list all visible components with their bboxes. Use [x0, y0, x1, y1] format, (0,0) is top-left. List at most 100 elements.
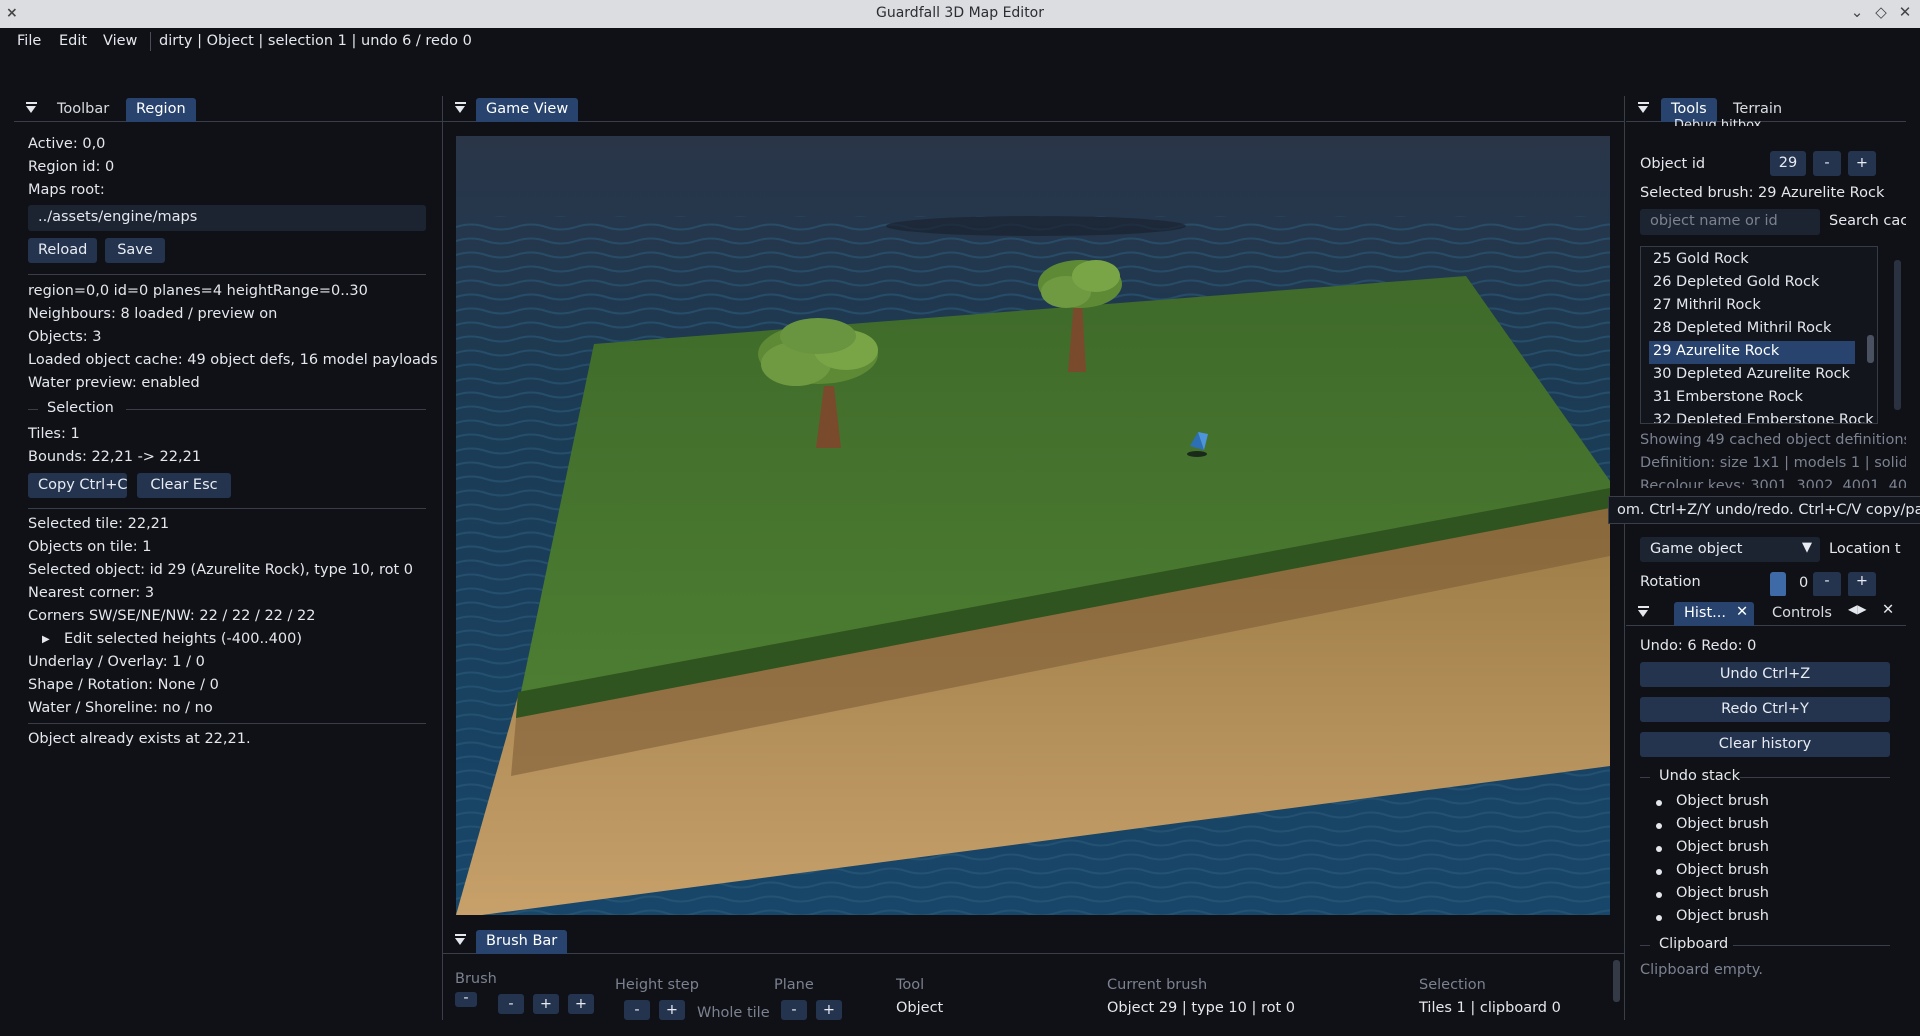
- editor-status: dirty | Object | selection 1 | undo 6 / …: [159, 33, 472, 49]
- rotation-input[interactable]: [1770, 572, 1786, 596]
- collapse-icon[interactable]: [455, 934, 467, 946]
- debug-hitbox-option[interactable]: Debug hitbox: [1674, 118, 1761, 126]
- object-id-label: Object id: [1640, 156, 1706, 172]
- object-id-field[interactable]: 29: [1770, 151, 1806, 176]
- list-item[interactable]: 31 Emberstone Rock: [1649, 387, 1855, 410]
- game-viewport[interactable]: [456, 136, 1610, 915]
- divider: [28, 508, 426, 509]
- undo-stack-header: Undo stack: [1659, 768, 1740, 784]
- shortcuts-tooltip: om. Ctrl+Z/Y undo/redo. Ctrl+C/V copy/pa…: [1608, 496, 1920, 524]
- close-panel-icon[interactable]: ✕: [1882, 602, 1894, 618]
- list-item-selected[interactable]: 29 Azurelite Rock: [1649, 341, 1855, 364]
- tab-game-view[interactable]: Game View: [476, 98, 579, 122]
- game-view-tab-row: Game View: [443, 96, 1624, 126]
- clear-button[interactable]: Clear Esc: [137, 473, 231, 498]
- list-item[interactable]: 28 Depleted Mithril Rock: [1649, 318, 1855, 341]
- list-item[interactable]: 27 Mithril Rock: [1649, 295, 1855, 318]
- panel-divider[interactable]: [1624, 96, 1625, 1020]
- bullet-icon: [1656, 915, 1662, 921]
- plane-minus-button[interactable]: -: [781, 1000, 807, 1020]
- undo-stack-item: Object brush: [1676, 839, 1769, 855]
- current-brush-label: Current brush: [1107, 977, 1208, 993]
- height-step-minus-button[interactable]: -: [624, 1000, 650, 1020]
- collapse-icon[interactable]: [1638, 102, 1650, 114]
- close-tab-icon[interactable]: ✕: [1736, 604, 1748, 620]
- divider: [1740, 777, 1890, 778]
- object-id-plus-button[interactable]: +: [1848, 151, 1876, 176]
- divider: [28, 409, 38, 410]
- bullet-icon: [1656, 823, 1662, 829]
- clear-history-button[interactable]: Clear history: [1640, 732, 1890, 757]
- reload-button[interactable]: Reload: [28, 238, 97, 263]
- clipboard-status: Clipboard empty.: [1640, 962, 1763, 978]
- nearest-corner: Nearest corner: 3: [28, 585, 155, 601]
- object-search-input[interactable]: object name or id: [1640, 209, 1820, 235]
- tab-scroll-arrows-icon[interactable]: ◀▶: [1848, 602, 1866, 616]
- brush-plus-button[interactable]: +: [533, 994, 559, 1014]
- brush-label: Brush: [455, 971, 497, 987]
- tab-history[interactable]: Hist... ✕: [1674, 602, 1754, 626]
- panel-scrollbar[interactable]: [1894, 260, 1901, 410]
- objects-count: Objects: 3: [28, 329, 102, 345]
- divider: [1640, 945, 1650, 946]
- minimize-icon[interactable]: ⌄: [1847, 3, 1867, 23]
- rotation-plus-button[interactable]: +: [1848, 572, 1876, 596]
- dropdown-arrow-icon: ▼: [1802, 540, 1812, 555]
- maps-root-label: Maps root:: [28, 182, 105, 198]
- placement-type-dropdown[interactable]: Game object ▼: [1640, 537, 1820, 562]
- tab-region[interactable]: Region: [126, 98, 196, 122]
- list-item[interactable]: 26 Depleted Gold Rock: [1649, 272, 1855, 295]
- active-region: Active: 0,0: [28, 136, 106, 152]
- rotation-label: Rotation: [1640, 574, 1701, 590]
- undo-stack-item: Object brush: [1676, 793, 1769, 809]
- brush-minus-button[interactable]: -: [455, 991, 477, 1007]
- save-button[interactable]: Save: [105, 238, 165, 263]
- rotation-minus-button[interactable]: -: [1813, 572, 1841, 596]
- brush-minus-button[interactable]: -: [498, 994, 524, 1014]
- definition-info: Definition: size 1x1 | models 1 | solid …: [1640, 455, 1906, 471]
- selected-object: Selected object: id 29 (Azurelite Rock),…: [28, 562, 414, 578]
- list-item[interactable]: 25 Gold Rock: [1649, 249, 1855, 272]
- menu-separator: [150, 32, 151, 51]
- list-item[interactable]: 30 Depleted Azurelite Rock: [1649, 364, 1855, 387]
- scene-render[interactable]: [456, 136, 1610, 915]
- plane-label: Plane: [774, 977, 814, 993]
- divider: [1640, 777, 1650, 778]
- tab-toolbar[interactable]: Toolbar: [47, 98, 119, 122]
- brush-bar-scrollbar[interactable]: [1613, 960, 1620, 1002]
- collapse-icon[interactable]: [455, 102, 467, 114]
- brush-bar-panel: Brush Bar Brush - - + + Height step - + …: [443, 928, 1624, 1021]
- undo-stack-item: Object brush: [1676, 885, 1769, 901]
- water-preview-info: Water preview: enabled: [28, 375, 200, 391]
- redo-button[interactable]: Redo Ctrl+Y: [1640, 697, 1890, 722]
- maps-root-input[interactable]: ../assets/engine/maps: [28, 205, 426, 231]
- water-shoreline: Water / Shoreline: no / no: [28, 700, 213, 716]
- underlay-overlay: Underlay / Overlay: 1 / 0: [28, 654, 205, 670]
- collapse-icon[interactable]: [26, 102, 38, 114]
- status-message: Object already exists at 22,21.: [28, 731, 251, 747]
- rotation-value: 0: [1799, 575, 1809, 591]
- maximize-icon[interactable]: ◇: [1871, 3, 1891, 23]
- brush-plus-button[interactable]: +: [568, 994, 594, 1014]
- region-id: Region id: 0: [28, 159, 115, 175]
- selected-brush-info: Selected brush: 29 Azurelite Rock: [1640, 185, 1885, 201]
- list-scrollbar[interactable]: [1867, 335, 1874, 363]
- copy-button[interactable]: Copy Ctrl+C: [28, 473, 127, 498]
- list-item[interactable]: 32 Depleted Emberstone Rock: [1649, 410, 1874, 423]
- menu-file[interactable]: File: [17, 33, 41, 49]
- panel-divider[interactable]: [442, 96, 443, 1020]
- tab-controls[interactable]: Controls: [1762, 602, 1842, 626]
- edit-heights-toggle[interactable]: Edit selected heights (-400..400): [64, 631, 302, 647]
- close-icon[interactable]: ✕: [1895, 3, 1915, 23]
- expand-arrow-icon[interactable]: ▶: [42, 634, 50, 645]
- menu-view[interactable]: View: [103, 33, 137, 49]
- height-step-plus-button[interactable]: +: [659, 1000, 685, 1020]
- menu-edit[interactable]: Edit: [59, 33, 87, 49]
- undo-button[interactable]: Undo Ctrl+Z: [1640, 662, 1890, 687]
- object-id-minus-button[interactable]: -: [1813, 151, 1841, 176]
- search-cache-button[interactable]: Search cac: [1829, 213, 1906, 229]
- location-type-label: Location t: [1829, 541, 1901, 557]
- tab-brush-bar[interactable]: Brush Bar: [476, 930, 568, 954]
- plane-plus-button[interactable]: +: [816, 1000, 842, 1020]
- collapse-icon[interactable]: [1638, 606, 1650, 618]
